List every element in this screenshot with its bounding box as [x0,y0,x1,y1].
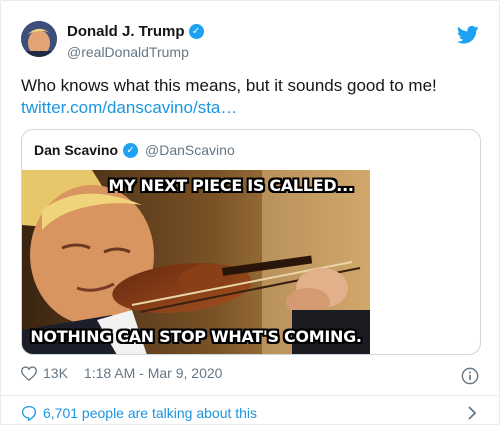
chevron-right-icon[interactable] [467,406,477,420]
twitter-bird-icon[interactable] [457,25,479,45]
like-button[interactable]: 13K [21,365,68,381]
quoted-meme-image[interactable]: MY NEXT PIECE IS CALLED... NOTHING CAN S… [22,170,370,354]
quoted-tweet-header: Dan Scavino ✓ @DanScavino [34,142,235,158]
tweet-timestamp[interactable]: 1:18 AM - Mar 9, 2020 [84,365,223,381]
info-icon[interactable] [461,367,479,385]
tweet-text: Who knows what this means, but it sounds… [21,76,437,95]
conversation-link[interactable]: 6,701 people are talking about this [21,405,481,421]
comment-icon [21,405,37,421]
author-avatar[interactable] [21,21,57,57]
meme-bottom-caption: NOTHING CAN STOP WHAT'S COMING. [30,327,362,346]
conversation-count-text[interactable]: 6,701 people are talking about this [43,405,257,421]
verified-badge-icon: ✓ [123,142,139,158]
author-name[interactable]: Donald J. Trump ✓ [67,23,204,40]
tweet-meta-bar: 13K 1:18 AM - Mar 9, 2020 [21,365,481,381]
quoted-tweet[interactable]: Dan Scavino ✓ @DanScavino MY NEXT PIECE … [21,129,481,355]
author-handle[interactable]: @realDonaldTrump [67,44,189,60]
quoted-author-name[interactable]: Dan Scavino [34,142,118,158]
meme-top-caption: MY NEXT PIECE IS CALLED... [108,176,354,195]
embedded-tweet-card: Donald J. Trump ✓ @realDonaldTrump Who k… [0,0,500,425]
author-name-text[interactable]: Donald J. Trump [67,23,185,40]
divider [1,395,500,396]
tweet-link[interactable]: twitter.com/danscavino/sta… [21,97,237,119]
heart-icon [21,365,37,381]
verified-badge-icon: ✓ [188,24,204,39]
quoted-author-handle[interactable]: @DanScavino [145,142,235,158]
like-count: 13K [43,365,68,381]
